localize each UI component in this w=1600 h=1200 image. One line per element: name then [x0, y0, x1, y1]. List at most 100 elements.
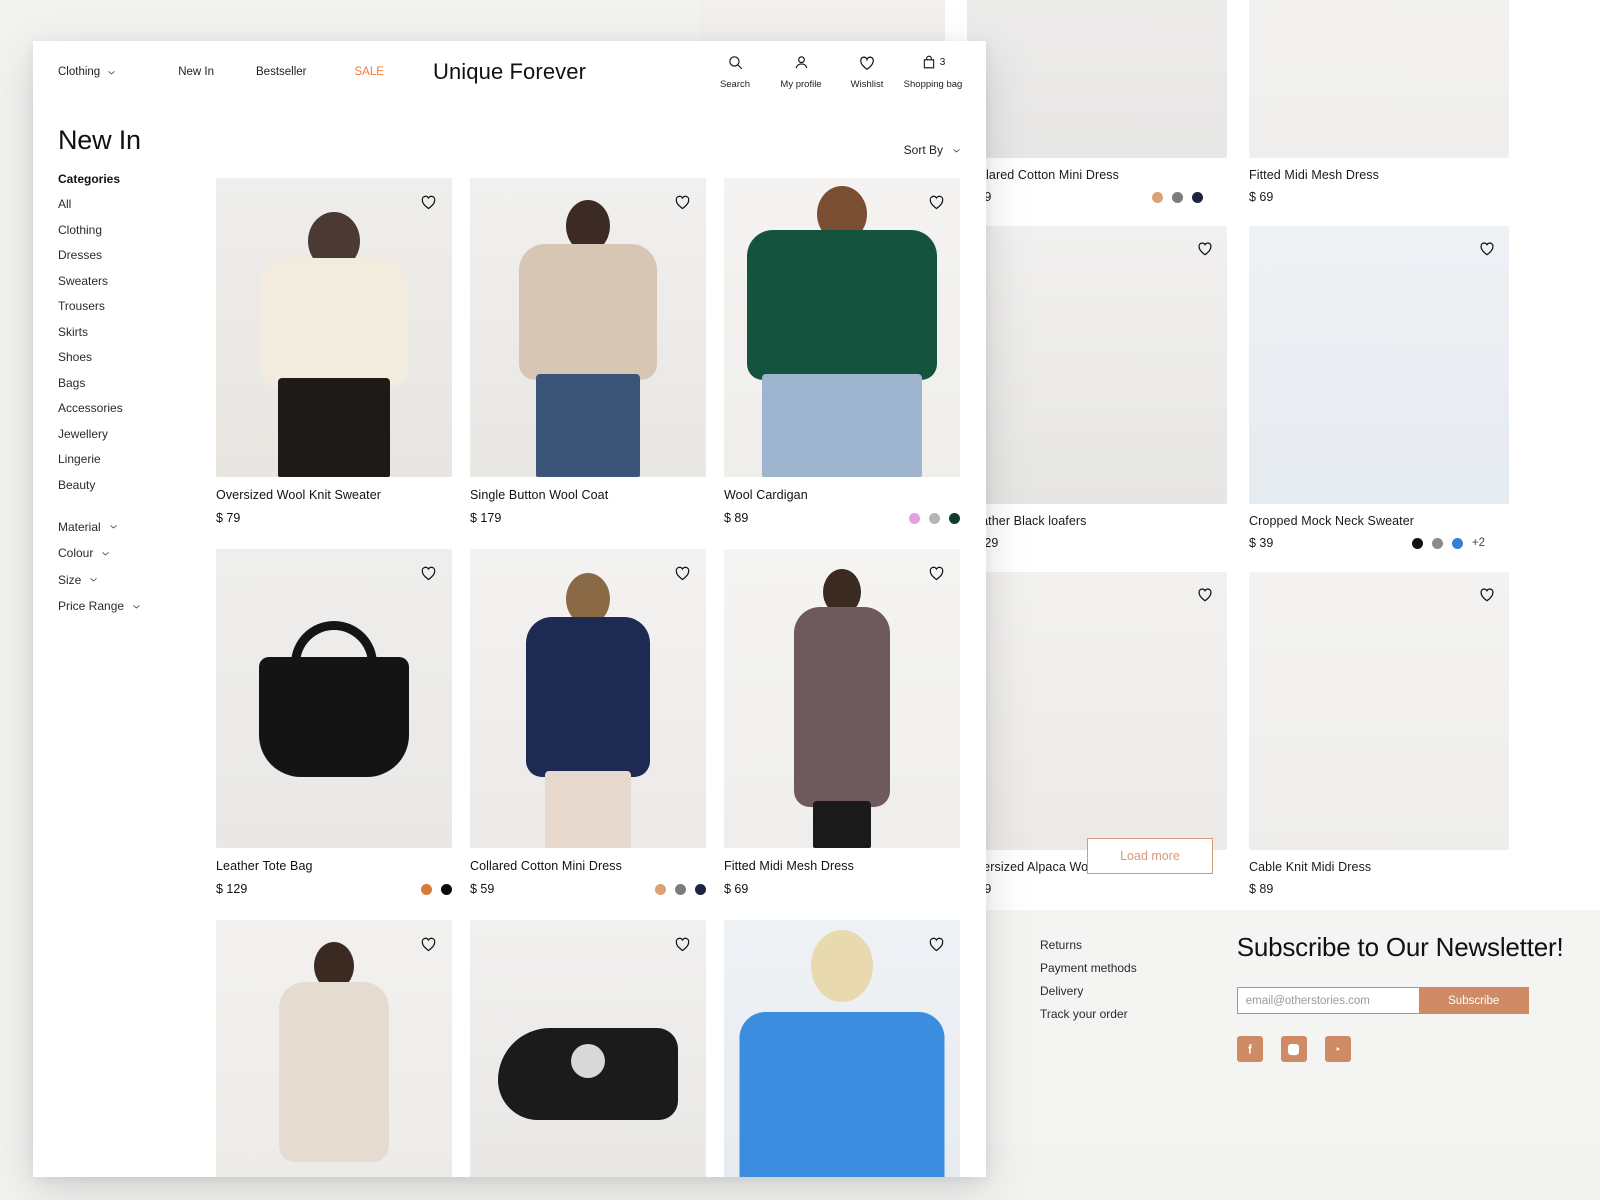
product-image[interactable] — [470, 920, 706, 1177]
filter-colour[interactable]: Colour — [58, 546, 216, 560]
sort-by-dropdown[interactable]: Sort By — [904, 143, 961, 157]
swatch[interactable] — [695, 883, 706, 895]
footer-link-track-your-order[interactable]: Track your order — [1040, 1007, 1137, 1021]
wishlist-button[interactable]: Wishlist — [834, 53, 900, 90]
product-card[interactable]: Fitted Midi Mesh Dress $ 69 — [1249, 0, 1509, 204]
product-name: Cropped Mock Neck Sweater — [1249, 514, 1415, 528]
sidebar-item-sweaters[interactable]: Sweaters — [58, 274, 216, 288]
wishlist-heart-icon[interactable] — [418, 562, 439, 583]
footer-link-delivery[interactable]: Delivery — [1040, 984, 1137, 998]
sidebar-item-accessories[interactable]: Accessories — [58, 401, 216, 415]
product-card[interactable]: Fitted Midi Mesh Dress $ 69 — [724, 549, 960, 896]
nav-item-label: Clothing — [58, 66, 101, 78]
wishlist-heart-icon[interactable] — [418, 933, 439, 954]
bag-count-badge: 3 — [939, 57, 946, 68]
color-swatches[interactable] — [655, 883, 706, 895]
product-image[interactable] — [1249, 572, 1509, 850]
product-image[interactable] — [724, 549, 960, 848]
product-card[interactable]: Leather Tote Bag $ 129 — [216, 549, 452, 896]
wishlist-heart-icon[interactable] — [1195, 238, 1215, 258]
nav-item-new-in[interactable]: New In — [178, 66, 214, 78]
my-profile-button[interactable]: My profile — [768, 53, 834, 90]
footer-link-returns[interactable]: Returns — [1040, 938, 1137, 952]
filter-label: Size — [58, 572, 82, 587]
swatch[interactable] — [929, 512, 940, 524]
sidebar-item-trousers[interactable]: Trousers — [58, 299, 216, 313]
wishlist-heart-icon[interactable] — [1477, 238, 1497, 258]
color-swatches[interactable] — [909, 512, 960, 524]
color-swatches[interactable]: +2 — [1411, 537, 1485, 549]
wishlist-heart-icon[interactable] — [672, 933, 693, 954]
product-image[interactable] — [1249, 0, 1509, 158]
product-image[interactable] — [470, 549, 706, 848]
product-grid: Oversized Wool Knit Sweater $ 79 Single … — [216, 178, 986, 1177]
wishlist-heart-icon[interactable] — [1477, 584, 1497, 604]
swatch[interactable] — [655, 883, 666, 895]
nav-item-bestseller[interactable]: Bestseller — [256, 66, 307, 78]
newsletter-email-input[interactable] — [1236, 987, 1419, 1014]
facebook-icon[interactable] — [1236, 1036, 1263, 1062]
swatch[interactable] — [949, 512, 960, 524]
product-image[interactable] — [724, 920, 960, 1177]
wishlist-heart-icon[interactable] — [926, 191, 947, 212]
sidebar-item-skirts[interactable]: Skirts — [58, 325, 216, 339]
product-image[interactable] — [216, 920, 452, 1177]
product-image[interactable] — [216, 178, 452, 477]
load-more-button[interactable]: Load more — [1087, 838, 1213, 874]
search-button[interactable]: Search — [702, 53, 768, 90]
nav-item-sale[interactable]: SALE — [355, 66, 384, 78]
youtube-icon[interactable] — [1324, 1036, 1351, 1062]
sidebar-item-dresses[interactable]: Dresses — [58, 248, 216, 262]
product-card[interactable] — [724, 920, 960, 1177]
swatch[interactable] — [441, 883, 452, 895]
sidebar-item-shoes[interactable]: Shoes — [58, 350, 216, 364]
filter-size[interactable]: Size — [58, 573, 216, 587]
product-card[interactable]: Wool Cardigan $ 89 — [724, 178, 960, 525]
product-image[interactable] — [967, 0, 1227, 158]
newsletter-subscribe-button[interactable]: Subscribe — [1418, 987, 1529, 1014]
sidebar-item-lingerie[interactable]: Lingerie — [58, 452, 216, 466]
product-price: $ 79 — [216, 511, 241, 525]
sidebar-item-all[interactable]: All — [58, 197, 216, 211]
product-card[interactable]: Single Button Wool Coat $ 179 — [470, 178, 706, 525]
sidebar-item-clothing[interactable]: Clothing — [58, 223, 216, 237]
swatch[interactable] — [675, 883, 686, 895]
product-card[interactable]: Collared Cotton Mini Dress $ 59 — [967, 0, 1227, 204]
filter-price-range[interactable]: Price Range — [58, 599, 216, 613]
color-swatches[interactable] — [421, 883, 452, 895]
product-card[interactable]: Collared Cotton Mini Dress $ 59 — [470, 549, 706, 896]
product-image[interactable] — [724, 178, 960, 477]
wishlist-heart-icon[interactable] — [672, 191, 693, 212]
product-card[interactable]: Leather Black loafers $ 129 — [967, 226, 1227, 550]
product-card[interactable] — [470, 920, 706, 1177]
footer-link-payment-methods[interactable]: Payment methods — [1040, 961, 1137, 975]
wishlist-heart-icon[interactable] — [926, 562, 947, 583]
instagram-icon[interactable] — [1280, 1036, 1307, 1062]
color-swatches[interactable] — [1152, 191, 1203, 203]
product-image[interactable] — [1249, 226, 1509, 504]
sidebar-item-beauty[interactable]: Beauty — [58, 478, 216, 492]
wishlist-heart-icon[interactable] — [672, 562, 693, 583]
product-card[interactable] — [216, 920, 452, 1177]
product-price: $ 89 — [724, 511, 749, 525]
wishlist-heart-icon[interactable] — [926, 933, 947, 954]
bag-icon: 3 — [921, 53, 946, 72]
swatch-more-count[interactable]: +2 — [1472, 537, 1485, 549]
product-card[interactable]: Oversized Wool Knit Sweater $ 79 — [216, 178, 452, 525]
shopping-bag-button[interactable]: 3 Shopping bag — [900, 53, 966, 90]
product-image[interactable] — [967, 226, 1227, 504]
filter-material[interactable]: Material — [58, 520, 216, 534]
product-card[interactable]: Cropped Mock Neck Sweater $ 39 +2 — [1249, 226, 1509, 550]
product-image[interactable] — [470, 178, 706, 477]
wishlist-heart-icon[interactable] — [418, 191, 439, 212]
sidebar-item-bags[interactable]: Bags — [58, 376, 216, 390]
product-image[interactable] — [967, 572, 1227, 850]
swatch[interactable] — [909, 512, 920, 524]
swatch[interactable] — [421, 883, 432, 895]
newsletter-form: Subscribe — [1236, 987, 1564, 1014]
sidebar-item-jewellery[interactable]: Jewellery — [58, 427, 216, 441]
product-image[interactable] — [216, 549, 452, 848]
product-price: $ 59 — [470, 882, 495, 896]
wishlist-heart-icon[interactable] — [1195, 584, 1215, 604]
nav-item-clothing[interactable]: Clothing — [58, 66, 116, 78]
